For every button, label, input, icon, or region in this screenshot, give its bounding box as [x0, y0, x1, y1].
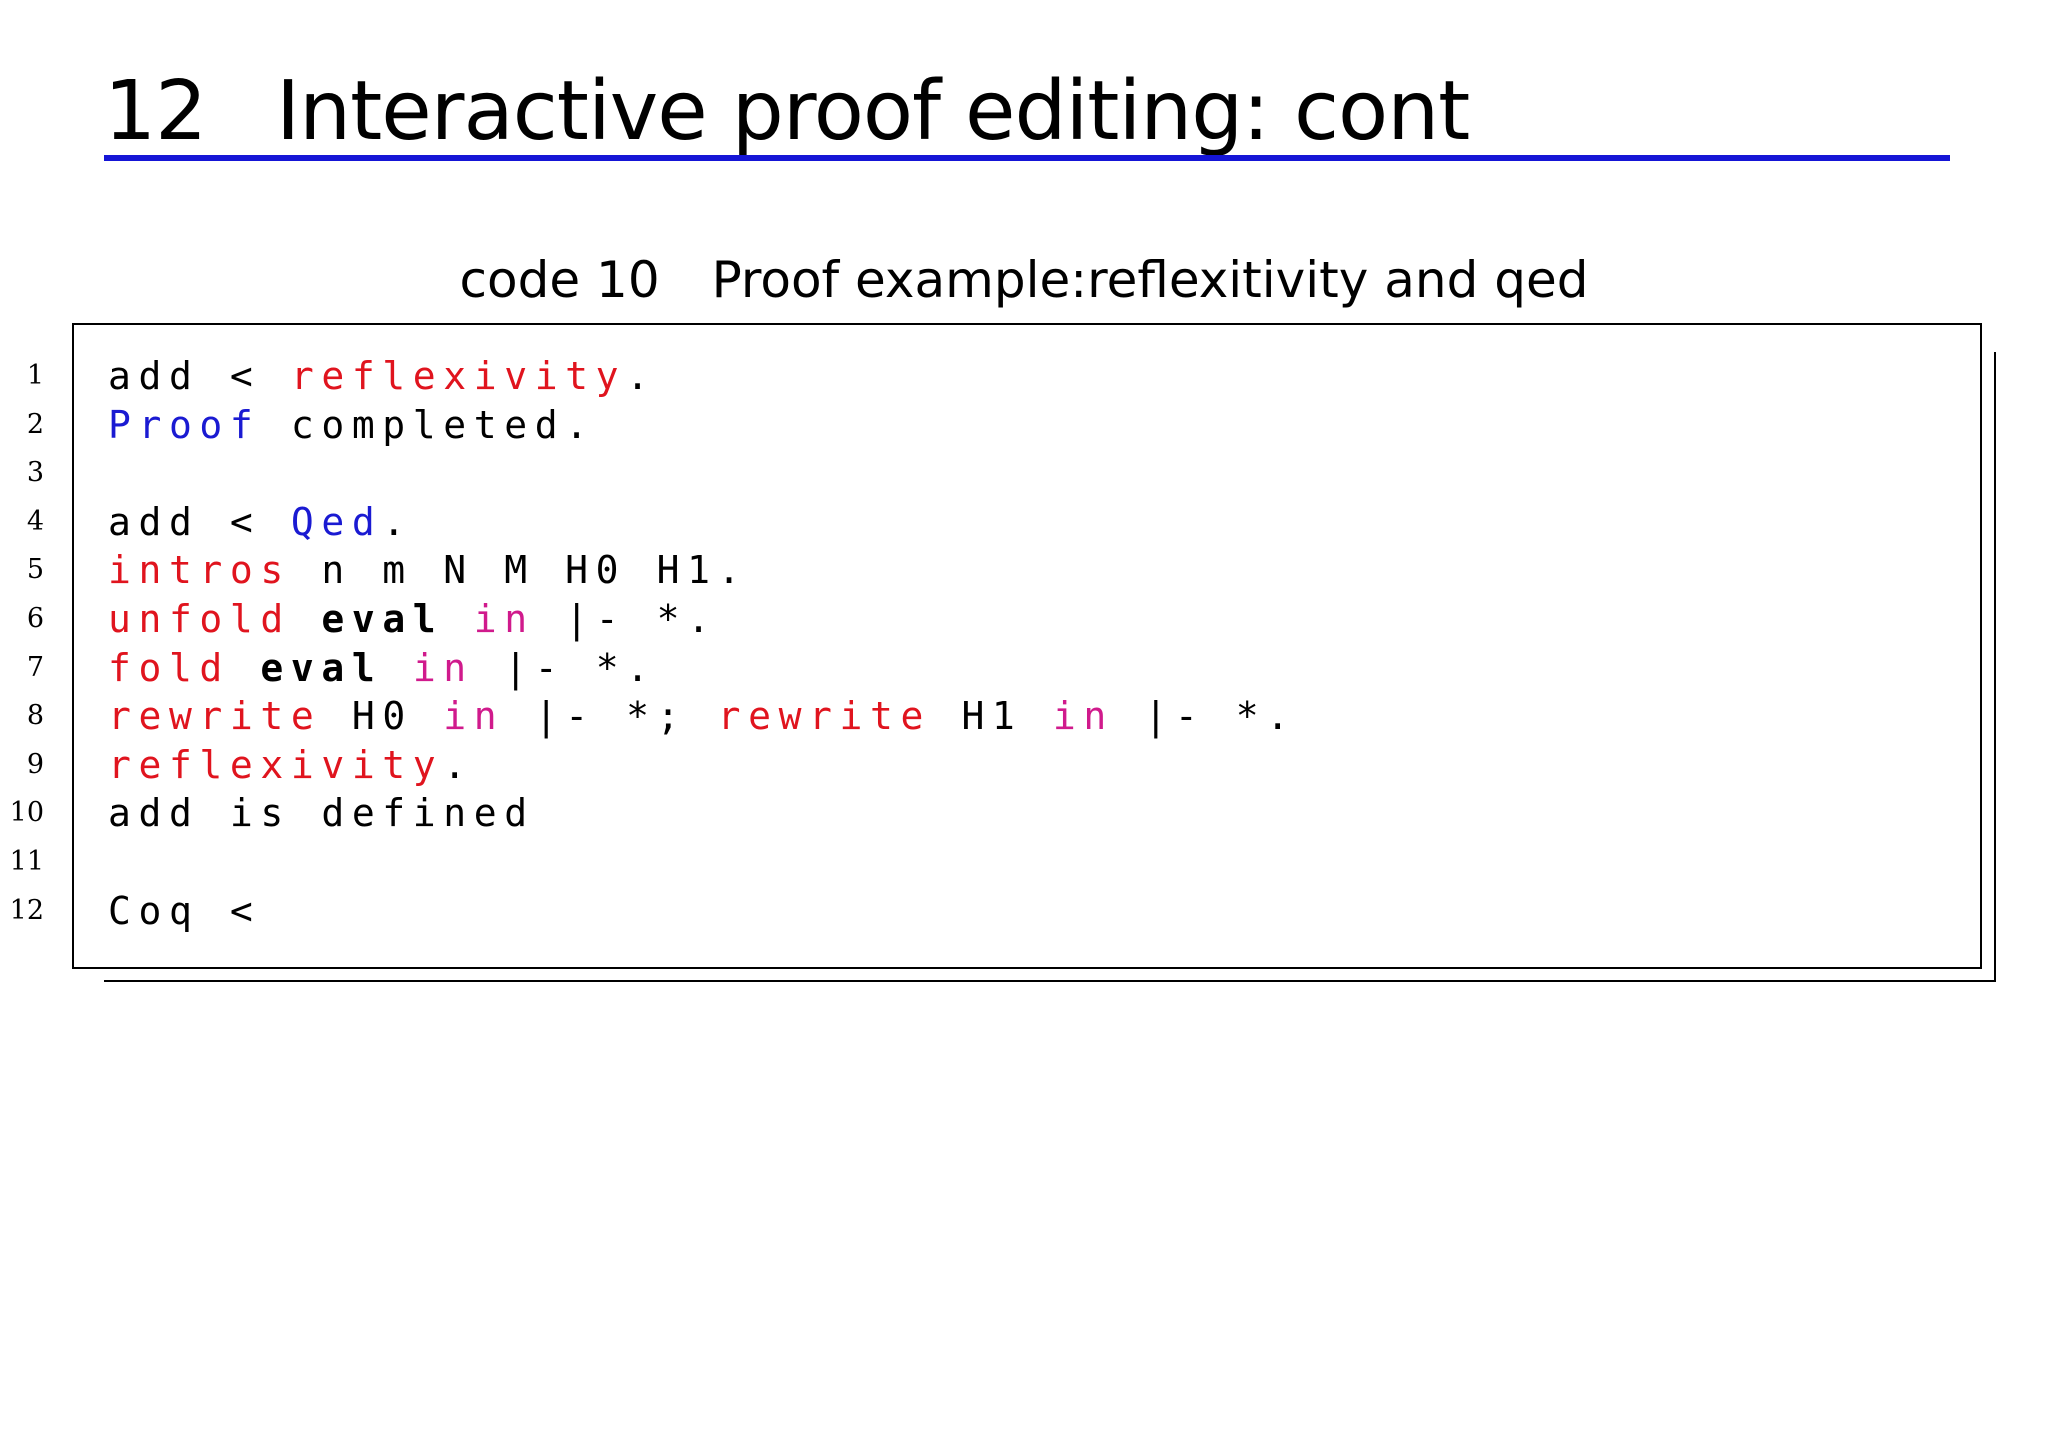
code-line: add < reflexivity.	[108, 352, 1297, 401]
line-number: 8	[26, 700, 44, 732]
code-keyword: in	[1052, 694, 1114, 739]
code-text: n m N M H0 H1.	[290, 548, 749, 593]
line-number: 4	[26, 505, 44, 537]
code-keyword: Proof	[108, 402, 261, 447]
code-line: rewrite H0 in |- *; rewrite H1 in |- *.	[108, 692, 1297, 741]
code-keyword: unfold	[108, 596, 291, 641]
slide-title: 12 Interactive proof editing: cont	[104, 62, 1470, 162]
code-text: H0	[321, 694, 444, 739]
line-number: 9	[26, 748, 44, 780]
line-number: 10	[9, 797, 44, 829]
line-numbers: 1 2 3 4 5 6 7 8 9 10 11 12	[0, 352, 44, 935]
code-text: |- *;	[504, 694, 718, 739]
line-number: 2	[26, 408, 44, 440]
code-keyword: Qed	[290, 499, 383, 544]
code-line: intros n m N M H0 H1.	[108, 546, 1297, 595]
code-line: Proof completed.	[108, 401, 1297, 450]
line-number: 11	[9, 845, 44, 877]
line-number: 3	[26, 457, 44, 489]
code-text: |- *.	[534, 596, 718, 641]
code-line: add < Qed.	[108, 498, 1297, 547]
code-line: unfold eval in |- *.	[108, 595, 1297, 644]
title-underline	[104, 155, 1950, 161]
code-text: add is defined	[108, 791, 535, 836]
code-text: |- *.	[1113, 694, 1297, 739]
code-keyword: fold	[108, 645, 230, 690]
code-keyword: reflexivity	[290, 354, 627, 398]
code-text: .	[382, 499, 413, 544]
code-text: completed.	[260, 402, 596, 447]
code-listing: add < reflexivity. Proof completed. add <…	[108, 352, 1297, 935]
code-text: .	[443, 742, 474, 787]
code-keyword: in	[473, 596, 535, 641]
code-text: add <	[108, 499, 291, 544]
line-number: 7	[26, 651, 44, 683]
code-caption-text: Proof example:reflexitivity and qed	[711, 251, 1589, 309]
code-text: |- *.	[473, 645, 657, 690]
code-caption: code 10 Proof example:reflexitivity and q…	[0, 250, 2048, 310]
code-text: add <	[108, 354, 291, 398]
code-keyword: eval	[321, 596, 444, 641]
line-number: 5	[26, 554, 44, 586]
code-keyword: in	[443, 694, 505, 739]
code-text: .	[626, 354, 657, 398]
code-keyword: rewrite	[717, 694, 931, 739]
code-keyword: eval	[260, 645, 383, 690]
code-line: fold eval in |- *.	[108, 644, 1297, 693]
code-keyword: in	[412, 645, 474, 690]
slide-title-text: Interactive proof editing: cont	[276, 64, 1470, 159]
code-line: Coq <	[108, 887, 1297, 936]
code-line: add is defined	[108, 789, 1297, 838]
line-number: 12	[9, 894, 44, 926]
code-line: reflexivity.	[108, 741, 1297, 790]
code-keyword: rewrite	[108, 694, 322, 739]
code-text: H1	[930, 694, 1053, 739]
line-number: 1	[26, 360, 44, 391]
slide-number: 12	[104, 64, 207, 159]
code-text: Coq <	[108, 888, 291, 933]
code-keyword: reflexivity	[108, 742, 444, 787]
code-keyword: intros	[108, 548, 291, 593]
line-number: 6	[26, 602, 44, 634]
code-caption-label: code 10	[459, 251, 660, 309]
